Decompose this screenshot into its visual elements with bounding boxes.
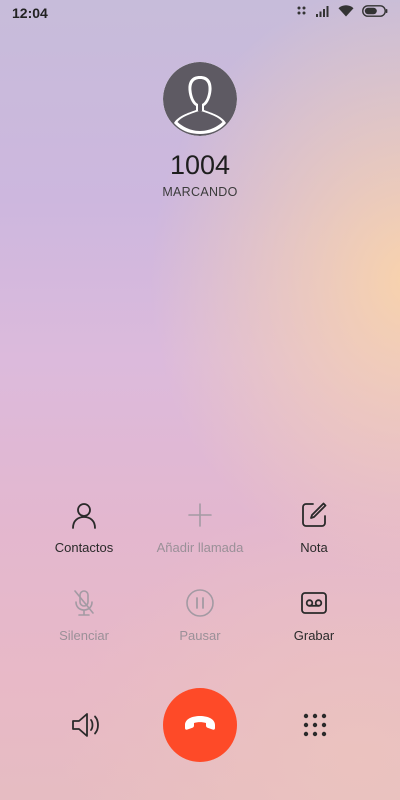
contacts-label: Contactos [54,540,114,555]
wifi-icon [338,5,354,17]
contact-avatar [163,62,237,136]
battery-icon [362,5,388,17]
dialpad-button[interactable] [302,712,328,738]
mute-icon [296,5,308,17]
caller-number: 1004 [169,150,231,180]
pause-icon [185,588,215,618]
end-call-icon [183,713,217,738]
status-time: 12:04 [12,5,48,21]
speaker-icon [70,713,102,744]
mute-button[interactable]: Silenciar [29,588,139,643]
person-icon [69,500,99,530]
note-label: Nota [300,540,328,555]
contacts-button[interactable]: Contactos [29,500,139,555]
signal-icon [316,5,330,17]
note-button[interactable]: Nota [259,500,369,555]
speaker-button[interactable] [70,710,102,740]
call-status: MARCANDO [162,185,238,199]
pause-button[interactable]: Pausar [145,588,255,643]
dialpad-icon [302,713,328,742]
person-silhouette-icon [163,62,237,136]
pause-label: Pausar [179,628,221,643]
record-button[interactable]: Grabar [259,588,369,643]
plus-icon [185,500,215,530]
record-label: Grabar [293,628,335,643]
add-call-button[interactable]: Añadir llamada [145,500,255,555]
status-bar: 12:04 [0,0,400,26]
mic-off-icon [69,588,99,618]
record-icon [299,588,329,618]
note-edit-icon [299,500,329,530]
add-call-label: Añadir llamada [156,540,244,555]
end-call-button[interactable] [163,688,237,762]
mute-label: Silenciar [59,628,109,643]
status-icons [296,5,388,17]
